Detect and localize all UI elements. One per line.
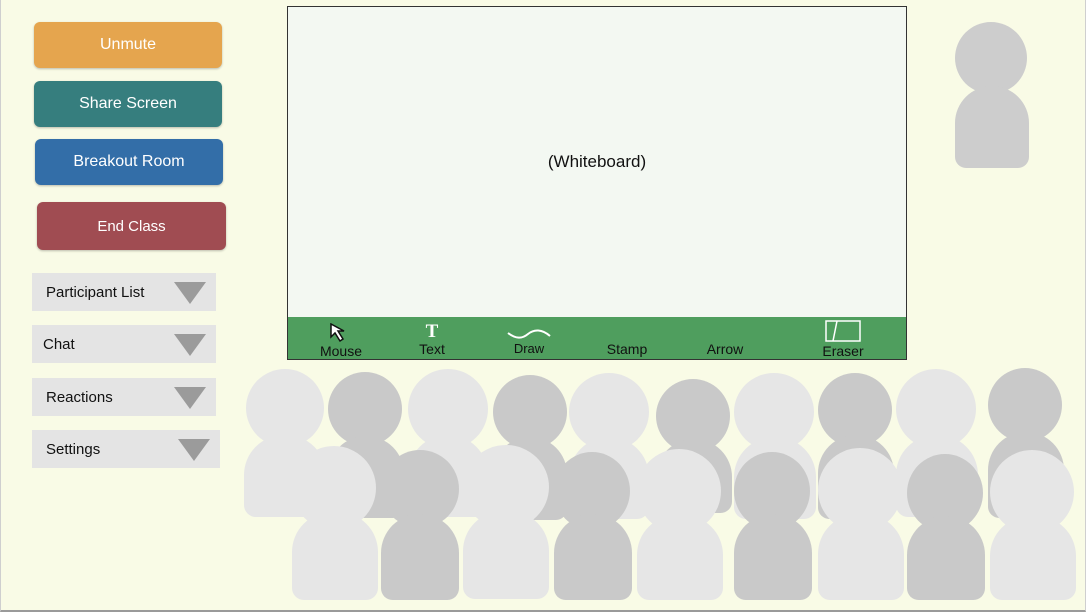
tool-draw-label: Draw: [513, 341, 545, 356]
chat-dropdown[interactable]: Chat: [32, 325, 216, 363]
share-screen-button[interactable]: Share Screen: [34, 81, 222, 127]
eraser-icon: [825, 320, 861, 342]
reactions-dropdown[interactable]: Reactions: [32, 378, 216, 416]
chevron-down-icon: [174, 334, 206, 356]
student-avatar[interactable]: [292, 446, 378, 600]
student-avatar[interactable]: [907, 454, 985, 600]
end-class-button[interactable]: End Class: [37, 202, 226, 250]
whiteboard-canvas[interactable]: (Whiteboard) Mouse T Text Draw Stamp Arr…: [287, 6, 907, 360]
reactions-label: Reactions: [46, 388, 113, 406]
tool-eraser[interactable]: Eraser: [816, 319, 870, 359]
chevron-down-icon: [174, 387, 206, 409]
participant-list-label: Participant List: [46, 283, 145, 301]
teacher-avatar[interactable]: [953, 22, 1029, 168]
student-avatar[interactable]: [637, 449, 723, 600]
student-avatar[interactable]: [818, 448, 904, 600]
student-avatar[interactable]: [734, 452, 812, 600]
student-avatar[interactable]: [990, 450, 1076, 600]
tool-arrow-label: Arrow: [706, 341, 744, 357]
chat-label: Chat: [43, 335, 75, 353]
student-avatar[interactable]: [463, 445, 549, 599]
tool-arrow[interactable]: Arrow: [698, 341, 752, 357]
tool-stamp[interactable]: Stamp: [600, 341, 654, 357]
arrow-cursor-icon: [330, 323, 345, 343]
tool-mouse-label: Mouse: [319, 343, 363, 359]
settings-label: Settings: [46, 440, 101, 458]
tool-eraser-label: Eraser: [822, 343, 864, 359]
tool-text-label: Text: [419, 341, 445, 357]
breakout-room-button[interactable]: Breakout Room: [35, 139, 223, 185]
chevron-down-icon: [174, 282, 206, 304]
student-avatar[interactable]: [554, 452, 632, 600]
text-t-icon: T: [425, 321, 439, 342]
whiteboard-label: (Whiteboard): [547, 152, 647, 171]
chevron-down-icon: [178, 439, 210, 461]
settings-dropdown[interactable]: Settings: [32, 430, 220, 468]
squiggle-icon: [507, 329, 551, 339]
unmute-button[interactable]: Unmute: [34, 22, 222, 68]
participant-list-dropdown[interactable]: Participant List: [32, 273, 216, 311]
tool-mouse[interactable]: Mouse: [316, 323, 366, 359]
tool-stamp-label: Stamp: [606, 341, 648, 357]
student-avatar[interactable]: [381, 450, 459, 600]
whiteboard-toolbar: Mouse T Text Draw Stamp Arrow Eraser: [288, 317, 906, 359]
tool-text[interactable]: T Text: [410, 322, 454, 357]
tool-draw[interactable]: Draw: [506, 327, 552, 356]
